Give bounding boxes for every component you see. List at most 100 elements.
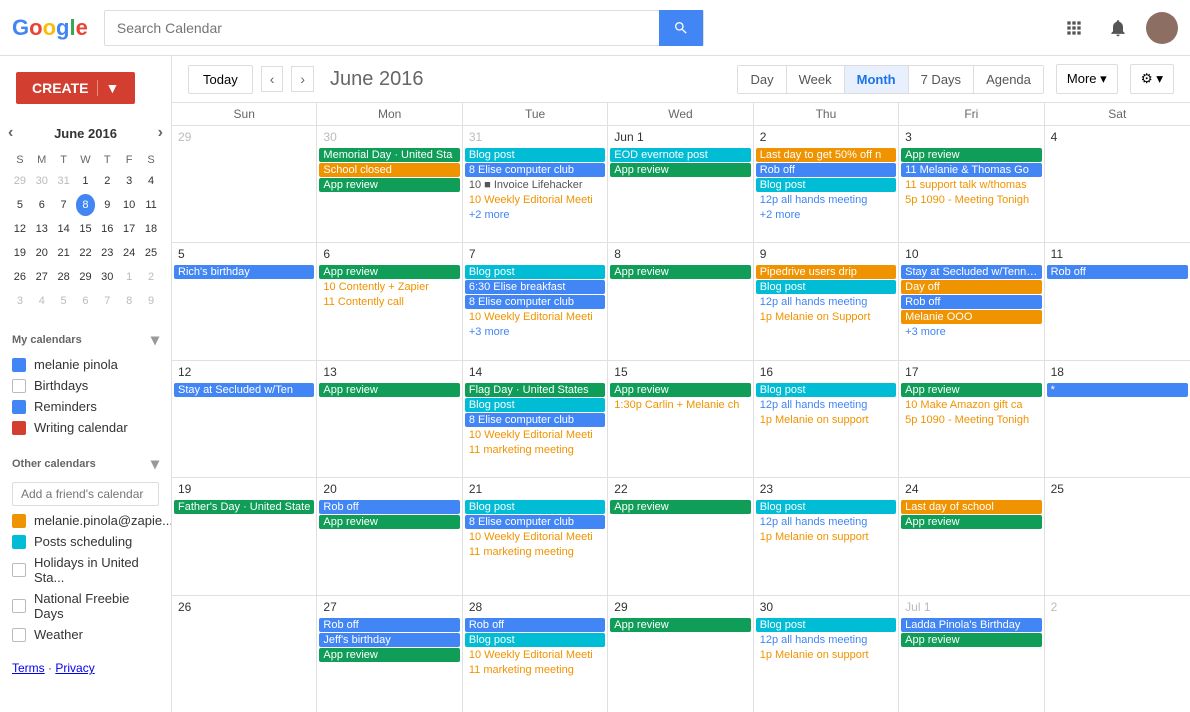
calendar-event[interactable]: 11 marketing meeting: [465, 545, 605, 559]
calendar-event[interactable]: 12p all hands meeting: [756, 515, 896, 529]
calendar-event[interactable]: 5p 1090 - Meeting Tonigh: [901, 413, 1041, 427]
other-calendars-toggle[interactable]: ▾: [151, 454, 159, 474]
calendar-event[interactable]: +2 more: [756, 208, 896, 222]
mini-day-cell[interactable]: 12: [10, 218, 30, 240]
calendar-event[interactable]: App review: [901, 633, 1041, 647]
mini-day-cell[interactable]: 21: [54, 242, 74, 264]
calendar-event[interactable]: 10 Weekly Editorial Meeti: [465, 428, 605, 442]
day-cell[interactable]: 7Blog post6:30 Elise breakfast8 Elise co…: [463, 243, 608, 359]
calendar-event[interactable]: Blog post: [756, 500, 896, 514]
calendar-event[interactable]: 8 Elise computer club: [465, 413, 605, 427]
day-cell[interactable]: 26: [172, 596, 317, 712]
mini-day-cell[interactable]: 20: [32, 242, 52, 264]
mini-day-cell[interactable]: 6: [32, 194, 52, 216]
calendar-event[interactable]: 10 Weekly Editorial Meeti: [465, 530, 605, 544]
mini-day-cell[interactable]: 2: [141, 266, 161, 288]
mini-day-cell[interactable]: 17: [119, 218, 139, 240]
view-7days-button[interactable]: 7 Days: [909, 66, 974, 93]
more-button[interactable]: More ▾: [1056, 64, 1118, 94]
calendar-event[interactable]: Blog post: [756, 178, 896, 192]
calendar-event[interactable]: 10 Weekly Editorial Meeti: [465, 310, 605, 324]
calendar-event[interactable]: App review: [319, 265, 459, 279]
mini-day-cell[interactable]: 7: [54, 194, 74, 216]
my-calendar-item[interactable]: melanie pinola: [0, 354, 171, 375]
calendar-event[interactable]: 1p Melanie on support: [756, 413, 896, 427]
mini-day-cell[interactable]: 31: [54, 170, 74, 192]
view-month-button[interactable]: Month: [845, 66, 909, 93]
calendar-checkbox[interactable]: [12, 628, 26, 642]
day-cell[interactable]: 9Pipedrive users dripBlog post12p all ha…: [754, 243, 899, 359]
other-calendar-item[interactable]: Posts scheduling: [0, 531, 171, 552]
calendar-event[interactable]: Jeff's birthday: [319, 633, 459, 647]
calendar-event[interactable]: Rob off: [901, 295, 1041, 309]
calendar-event[interactable]: 1p Melanie on Support: [756, 310, 896, 324]
day-cell[interactable]: 23Blog post12p all hands meeting1p Melan…: [754, 478, 899, 594]
mini-day-cell[interactable]: 5: [54, 290, 74, 312]
mini-day-cell[interactable]: 19: [10, 242, 30, 264]
calendar-event[interactable]: 10 Weekly Editorial Meeti: [465, 193, 605, 207]
mini-day-cell[interactable]: 26: [10, 266, 30, 288]
next-button[interactable]: ›: [291, 66, 314, 92]
calendar-event[interactable]: Blog post: [756, 280, 896, 294]
day-cell[interactable]: 28Rob offBlog post10 Weekly Editorial Me…: [463, 596, 608, 712]
calendar-event[interactable]: 10 Weekly Editorial Meeti: [465, 648, 605, 662]
add-friend-input[interactable]: [12, 482, 159, 506]
mini-day-cell[interactable]: 8: [119, 290, 139, 312]
day-cell[interactable]: 10Stay at Secluded w/Tennis/Koi Pond/Hot…: [899, 243, 1044, 359]
day-cell[interactable]: 5Rich's birthday: [172, 243, 317, 359]
mini-day-cell[interactable]: 8: [76, 194, 96, 216]
mini-day-cell[interactable]: 4: [32, 290, 52, 312]
day-cell[interactable]: 14Flag Day · United StatesBlog post8 Eli…: [463, 361, 608, 477]
notifications-icon[interactable]: [1102, 12, 1134, 44]
calendar-event[interactable]: Blog post: [465, 398, 605, 412]
mini-day-cell[interactable]: 29: [10, 170, 30, 192]
my-calendars-section[interactable]: My calendars ▾: [0, 322, 171, 354]
mini-day-cell[interactable]: 2: [97, 170, 117, 192]
day-cell[interactable]: Jun 1EOD evernote postApp review: [608, 126, 753, 242]
calendar-event[interactable]: App review: [901, 383, 1041, 397]
my-calendar-item[interactable]: Birthdays: [0, 375, 171, 396]
settings-button[interactable]: ⚙ ▾: [1130, 64, 1174, 94]
calendar-event[interactable]: App review: [610, 500, 750, 514]
day-cell[interactable]: 25: [1045, 478, 1190, 594]
today-button[interactable]: Today: [188, 65, 253, 94]
mini-day-cell[interactable]: 5: [10, 194, 30, 216]
terms-link[interactable]: Terms: [12, 661, 45, 675]
day-cell[interactable]: 2Last day to get 50% off nRob offBlog po…: [754, 126, 899, 242]
mini-day-cell[interactable]: 3: [119, 170, 139, 192]
calendar-event[interactable]: App review: [610, 618, 750, 632]
calendar-event[interactable]: Rob off: [465, 618, 605, 632]
day-cell[interactable]: 11Rob off: [1045, 243, 1190, 359]
calendar-event[interactable]: Blog post: [465, 500, 605, 514]
calendar-event[interactable]: 5p 1090 - Meeting Tonigh: [901, 193, 1041, 207]
calendar-event[interactable]: 11 Contently call: [319, 295, 459, 309]
mini-day-cell[interactable]: 1: [76, 170, 96, 192]
my-calendars-toggle[interactable]: ▾: [151, 330, 159, 350]
day-cell[interactable]: 13App review: [317, 361, 462, 477]
mini-day-cell[interactable]: 30: [32, 170, 52, 192]
calendar-event[interactable]: +2 more: [465, 208, 605, 222]
calendar-event[interactable]: 6:30 Elise breakfast: [465, 280, 605, 294]
calendar-event[interactable]: App review: [319, 515, 459, 529]
mini-day-cell[interactable]: 30: [97, 266, 117, 288]
mini-day-cell[interactable]: 1: [119, 266, 139, 288]
calendar-event[interactable]: App review: [901, 148, 1041, 162]
mini-day-cell[interactable]: 16: [97, 218, 117, 240]
search-input[interactable]: [105, 20, 659, 36]
mini-day-cell[interactable]: 13: [32, 218, 52, 240]
day-cell[interactable]: 18*: [1045, 361, 1190, 477]
mini-day-cell[interactable]: 22: [76, 242, 96, 264]
mini-day-cell[interactable]: 3: [10, 290, 30, 312]
day-cell[interactable]: 16Blog post12p all hands meeting1p Melan…: [754, 361, 899, 477]
calendar-event[interactable]: App review: [319, 178, 459, 192]
mini-day-cell[interactable]: 10: [119, 194, 139, 216]
calendar-event[interactable]: 11 marketing meeting: [465, 663, 605, 677]
search-button[interactable]: [659, 10, 703, 46]
mini-day-cell[interactable]: 9: [97, 194, 117, 216]
day-cell[interactable]: 15App review1:30p Carlin + Melanie ch: [608, 361, 753, 477]
day-cell[interactable]: 31Blog post8 Elise computer club10 ■ Inv…: [463, 126, 608, 242]
mini-day-cell[interactable]: 27: [32, 266, 52, 288]
calendar-event[interactable]: App review: [610, 163, 750, 177]
view-agenda-button[interactable]: Agenda: [974, 66, 1043, 93]
create-dropdown-arrow[interactable]: ▼: [97, 80, 120, 96]
